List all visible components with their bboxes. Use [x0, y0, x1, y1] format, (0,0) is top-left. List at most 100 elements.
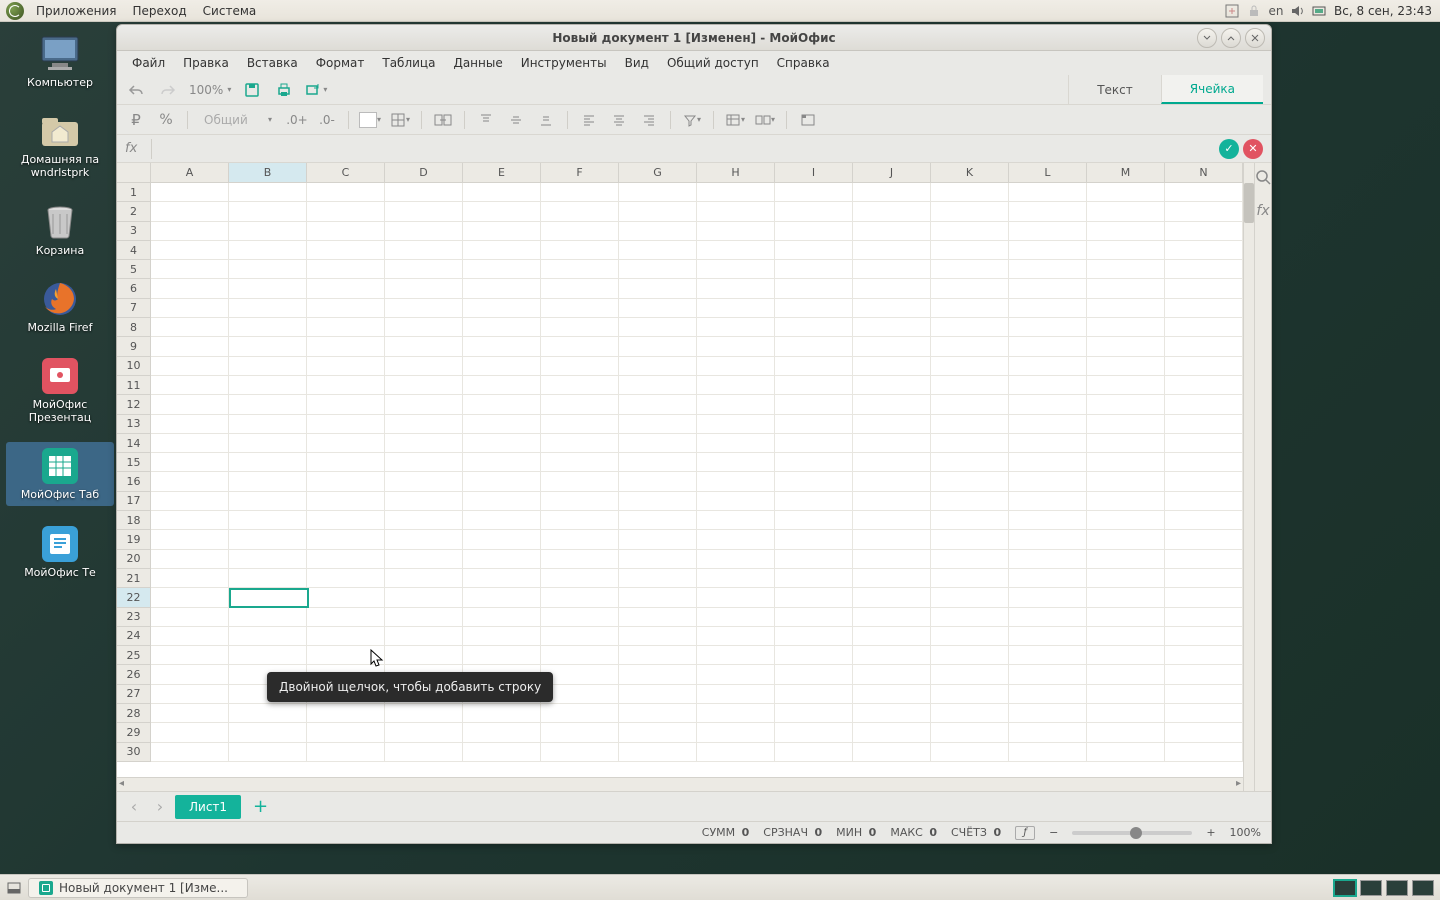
cell[interactable] — [853, 723, 931, 742]
status-fn-icon[interactable]: ƒ — [1015, 826, 1035, 840]
cell[interactable] — [697, 376, 775, 395]
status-zoom[interactable]: 100% — [1230, 826, 1261, 839]
cell[interactable] — [775, 222, 853, 241]
cell[interactable] — [151, 395, 229, 414]
cell[interactable] — [229, 472, 307, 491]
col-header[interactable]: F — [541, 163, 619, 182]
cell[interactable] — [307, 260, 385, 279]
cell[interactable] — [697, 415, 775, 434]
cell[interactable] — [619, 299, 697, 318]
cell[interactable] — [307, 627, 385, 646]
cell[interactable] — [385, 183, 463, 202]
sheet-prev-button[interactable]: ‹ — [123, 796, 145, 818]
cell[interactable] — [853, 472, 931, 491]
cell[interactable] — [1165, 415, 1243, 434]
cell[interactable] — [463, 588, 541, 607]
menu-edit[interactable]: Правка — [174, 56, 238, 70]
cell[interactable] — [619, 260, 697, 279]
update-notifier-icon[interactable] — [1224, 3, 1240, 19]
cell[interactable] — [1087, 357, 1165, 376]
cell[interactable] — [853, 530, 931, 549]
cell[interactable] — [1165, 627, 1243, 646]
network-icon[interactable] — [1312, 3, 1328, 19]
cell[interactable] — [853, 685, 931, 704]
cell[interactable] — [853, 704, 931, 723]
cell[interactable] — [151, 376, 229, 395]
cell[interactable] — [619, 685, 697, 704]
cell[interactable] — [229, 434, 307, 453]
cell[interactable] — [385, 743, 463, 762]
cell[interactable] — [229, 530, 307, 549]
cell[interactable] — [1009, 376, 1087, 395]
desktop-icon-computer[interactable]: Компьютер — [6, 30, 114, 93]
cell[interactable] — [541, 569, 619, 588]
cell[interactable] — [1165, 550, 1243, 569]
cell[interactable] — [385, 530, 463, 549]
distro-logo-icon[interactable] — [6, 2, 24, 20]
cell[interactable] — [307, 646, 385, 665]
cell[interactable] — [931, 357, 1009, 376]
cell[interactable] — [775, 530, 853, 549]
cell[interactable] — [1009, 183, 1087, 202]
row-header[interactable]: 8 — [117, 318, 151, 337]
cell[interactable] — [931, 279, 1009, 298]
cell[interactable] — [541, 376, 619, 395]
cell[interactable] — [541, 588, 619, 607]
cell[interactable] — [931, 183, 1009, 202]
row-header[interactable]: 27 — [117, 685, 151, 704]
cell[interactable] — [853, 646, 931, 665]
cell[interactable] — [619, 472, 697, 491]
cell[interactable] — [1009, 550, 1087, 569]
cell[interactable] — [151, 530, 229, 549]
cell[interactable] — [229, 743, 307, 762]
cell[interactable] — [463, 279, 541, 298]
cell[interactable] — [385, 318, 463, 337]
workspace-1[interactable] — [1334, 880, 1356, 896]
cell[interactable] — [463, 704, 541, 723]
cell[interactable] — [1087, 492, 1165, 511]
apps-menu[interactable]: Приложения — [28, 4, 125, 18]
row-header[interactable]: 2 — [117, 202, 151, 221]
cell[interactable] — [385, 453, 463, 472]
cell[interactable] — [619, 241, 697, 260]
cell[interactable] — [151, 337, 229, 356]
cell[interactable] — [619, 646, 697, 665]
cell[interactable] — [931, 222, 1009, 241]
cell[interactable] — [1087, 299, 1165, 318]
zoom-out-button[interactable]: − — [1049, 826, 1058, 839]
taskbar-app-button[interactable]: Новый документ 1 [Изме... — [28, 878, 248, 898]
menu-table[interactable]: Таблица — [373, 56, 444, 70]
redo-icon[interactable] — [157, 79, 179, 101]
fx-label-icon[interactable]: fx — [125, 141, 145, 156]
cell[interactable] — [619, 569, 697, 588]
row-header[interactable]: 13 — [117, 415, 151, 434]
cell[interactable] — [1165, 337, 1243, 356]
cell[interactable] — [151, 588, 229, 607]
desktop-icon-home[interactable]: Домашняя па wndrlstprk — [6, 107, 114, 183]
cell[interactable] — [1165, 646, 1243, 665]
cell[interactable] — [931, 569, 1009, 588]
row-header[interactable]: 9 — [117, 337, 151, 356]
cell[interactable] — [229, 550, 307, 569]
cell[interactable] — [931, 415, 1009, 434]
align-top-icon[interactable] — [475, 109, 497, 131]
cell[interactable] — [775, 627, 853, 646]
cell[interactable] — [307, 202, 385, 221]
col-header[interactable]: B — [229, 163, 307, 182]
cell[interactable] — [385, 608, 463, 627]
cell[interactable] — [1009, 530, 1087, 549]
cell[interactable] — [151, 646, 229, 665]
cell[interactable] — [307, 743, 385, 762]
cell[interactable] — [931, 685, 1009, 704]
row-header[interactable]: 21 — [117, 569, 151, 588]
cell[interactable] — [931, 434, 1009, 453]
cell[interactable] — [697, 395, 775, 414]
cell[interactable] — [151, 492, 229, 511]
row-header[interactable]: 4 — [117, 241, 151, 260]
cell[interactable] — [1165, 318, 1243, 337]
col-header[interactable]: M — [1087, 163, 1165, 182]
cell[interactable] — [1165, 357, 1243, 376]
cell[interactable] — [541, 743, 619, 762]
cell[interactable] — [931, 511, 1009, 530]
col-header[interactable]: E — [463, 163, 541, 182]
